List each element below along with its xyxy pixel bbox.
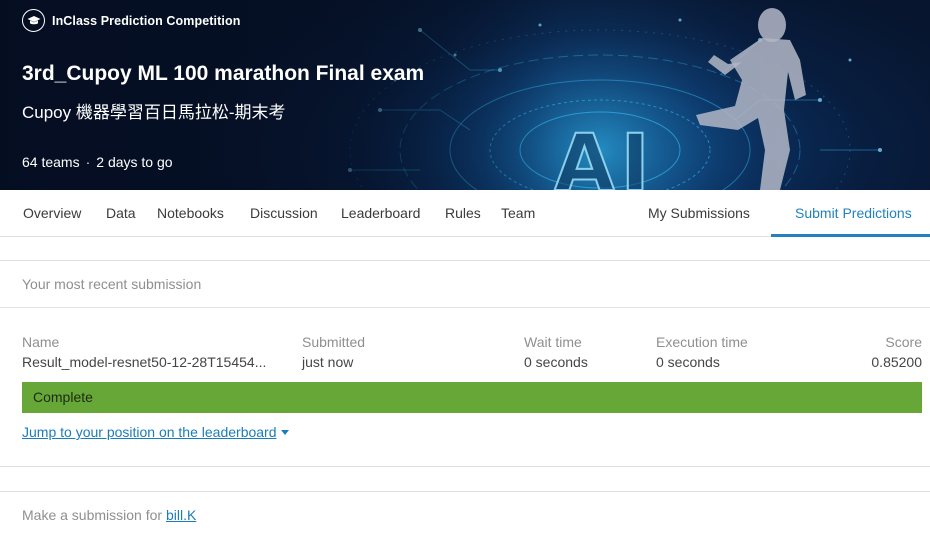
deadline-text: 2 days to go <box>96 154 173 170</box>
submission-time: just now <box>302 354 354 370</box>
submission-wait-time: 0 seconds <box>524 354 588 370</box>
jump-to-leaderboard-link[interactable]: Jump to your position on the leaderboard <box>22 424 289 440</box>
competition-type-label: InClass Prediction Competition <box>52 13 241 28</box>
competition-tabs: Overview Data Notebooks Discussion Leade… <box>0 190 930 237</box>
caret-down-icon <box>280 430 289 435</box>
divider <box>0 466 930 467</box>
team-count: 64 teams <box>22 154 80 170</box>
column-header-wait-time: Wait time <box>524 334 582 350</box>
column-header-submitted: Submitted <box>302 334 366 350</box>
submission-score: 0.85200 <box>871 354 922 370</box>
tab-notebooks[interactable]: Notebooks <box>157 190 224 237</box>
meta-separator: · <box>85 154 91 170</box>
make-submission-prefix: Make a submission for <box>22 507 163 523</box>
divider <box>0 260 930 261</box>
jump-to-leaderboard-label: Jump to your position on the leaderboard <box>22 424 277 440</box>
make-submission-heading: Make a submission for bill.K <box>22 507 196 523</box>
active-tab-indicator <box>771 234 930 237</box>
tab-my-submissions[interactable]: My Submissions <box>648 190 750 237</box>
competition-subtitle: Cupoy 機器學習百日馬拉松-期末考 <box>22 103 286 122</box>
competition-header: AI InClass Prediction Competition 3rd_Cu… <box>0 0 930 190</box>
tab-rules[interactable]: Rules <box>445 190 481 237</box>
tab-data[interactable]: Data <box>106 190 136 237</box>
tab-overview[interactable]: Overview <box>23 190 81 237</box>
recent-submission-heading: Your most recent submission <box>22 276 202 292</box>
graduation-cap-icon <box>22 9 45 32</box>
submission-file-name: Result_model-resnet50-12-28T15454... <box>22 354 267 370</box>
tab-leaderboard[interactable]: Leaderboard <box>341 190 420 237</box>
tab-team[interactable]: Team <box>501 190 535 237</box>
competition-type-badge: InClass Prediction Competition <box>22 9 240 32</box>
column-header-execution-time: Execution time <box>656 334 748 350</box>
divider <box>0 491 930 492</box>
competition-meta: 64 teams · 2 days to go <box>22 154 173 170</box>
column-header-name: Name <box>22 334 60 350</box>
team-user-link[interactable]: bill.K <box>166 507 196 523</box>
divider <box>0 307 930 308</box>
submission-execution-time: 0 seconds <box>656 354 720 370</box>
tab-submit-predictions[interactable]: Submit Predictions <box>795 190 912 237</box>
competition-title: 3rd_Cupoy ML 100 marathon Final exam <box>22 62 425 85</box>
tab-discussion[interactable]: Discussion <box>250 190 318 237</box>
submission-status-bar: Complete <box>22 382 922 413</box>
column-header-score: Score <box>885 334 922 350</box>
